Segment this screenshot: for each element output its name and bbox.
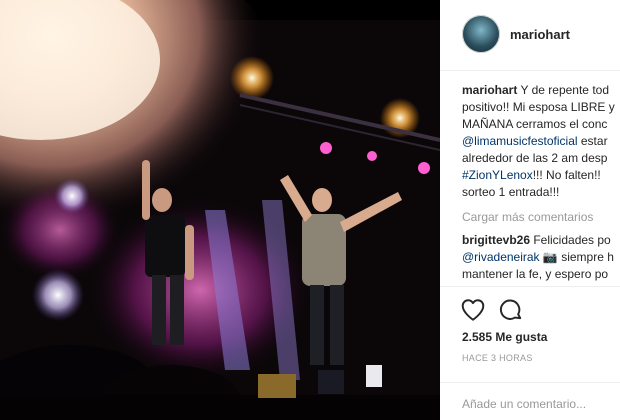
add-comment-field[interactable]: Añade un comentario...: [440, 382, 620, 411]
caption-text: estar: [577, 134, 608, 148]
post-sidebar: mariohart mariohart Y de repente tod pos…: [440, 0, 620, 420]
caption-username[interactable]: mariohart: [462, 83, 517, 97]
post-username[interactable]: mariohart: [510, 27, 570, 42]
comment-text: Felicidades po: [530, 233, 611, 247]
likes-count[interactable]: 2.585 Me gusta: [462, 330, 547, 344]
post-photo[interactable]: [0, 0, 440, 420]
caption-line: mariohart Y de repente tod: [462, 82, 620, 99]
comment-icon[interactable]: [498, 297, 524, 323]
hashtag-link[interactable]: #ZionYLenox: [462, 168, 533, 182]
load-more-comments[interactable]: Cargar más comentarios: [462, 207, 620, 227]
post-header: mariohart: [440, 0, 620, 71]
add-comment-placeholder[interactable]: Añade un comentario...: [462, 397, 586, 411]
caption-line: positivo!! Mi esposa LIBRE y: [462, 100, 615, 114]
camera-emoji-icon: 📷: [542, 250, 558, 264]
heart-icon[interactable]: [460, 297, 486, 323]
caption-line: @limamusicfestoficial estar: [462, 133, 620, 150]
comment-text: mantener la fe, y espero po: [462, 267, 609, 281]
caption-line: MAÑANA cerramos el conc: [462, 117, 608, 131]
caption-line: sorteo 1 entrada!!!: [462, 185, 560, 199]
comment-item: brigittevb26 Felicidades po @rivadeneira…: [462, 232, 620, 283]
concert-photo: [0, 0, 440, 420]
avatar[interactable]: [462, 15, 500, 53]
post-actions: 2.585 Me gusta HACE 3 HORAS Añade un com…: [440, 286, 620, 411]
mention-link[interactable]: @rivadeneirak: [462, 250, 540, 264]
comments-section: mariohart Y de repente tod positivo!! Mi…: [462, 82, 620, 283]
caption-line: alrededor de las 2 am desp: [462, 151, 608, 165]
caption-text: !!! No falten!!: [532, 168, 601, 182]
caption-text: Y de repente tod: [517, 83, 609, 97]
post-timestamp: HACE 3 HORAS: [462, 353, 533, 363]
mention-link[interactable]: @limamusicfestoficial: [462, 134, 578, 148]
comment-username[interactable]: brigittevb26: [462, 233, 530, 247]
caption-line: #ZionYLenox!!! No falten!!: [462, 167, 620, 184]
comment-text: siempre h: [557, 250, 614, 264]
